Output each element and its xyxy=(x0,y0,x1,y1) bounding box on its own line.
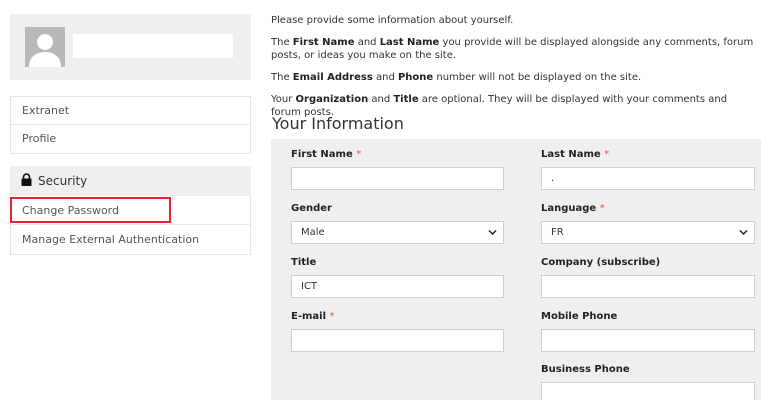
business-phone-label: Business Phone xyxy=(541,364,630,375)
intro-paragraph-2: The First Name and Last Name you provide… xyxy=(271,37,754,61)
chevron-down-icon xyxy=(488,229,497,236)
sidebar-item-extranet[interactable]: Extranet xyxy=(11,97,250,125)
lock-icon xyxy=(21,173,32,189)
business-phone-input[interactable] xyxy=(541,382,755,400)
language-select[interactable]: FR xyxy=(541,221,755,244)
mobile-phone-label: Mobile Phone xyxy=(541,311,618,322)
email-field: E-mail * xyxy=(291,310,504,352)
title-input[interactable] xyxy=(291,275,504,298)
intro-paragraph-1: Please provide some information about yo… xyxy=(271,15,514,26)
avatar xyxy=(25,27,65,67)
sidebar-item-profile[interactable]: Profile xyxy=(11,125,250,153)
gender-field: Gender Male xyxy=(291,202,504,244)
language-label: Language * xyxy=(541,203,605,214)
last-name-label: Last Name * xyxy=(541,149,610,160)
first-name-field: First Name * xyxy=(291,148,504,190)
language-value: FR xyxy=(551,227,564,238)
first-name-input[interactable] xyxy=(291,167,504,190)
gender-select[interactable]: Male xyxy=(291,221,504,244)
change-password-label: Change Password xyxy=(22,204,119,217)
sidebar-item-manage-external-auth[interactable]: Manage External Authentication xyxy=(11,225,250,254)
first-name-label: First Name * xyxy=(291,149,362,160)
security-section: Security Change Password Manage External… xyxy=(10,166,251,255)
gender-value: Male xyxy=(301,227,325,238)
email-label: E-mail * xyxy=(291,311,335,322)
section-title: Your Information xyxy=(272,114,404,133)
chevron-down-icon xyxy=(739,229,748,236)
sidebar-nav: Extranet Profile xyxy=(10,96,251,154)
business-phone-field: Business Phone xyxy=(541,363,755,400)
title-label: Title xyxy=(291,257,317,268)
company-field: Company (subscribe) xyxy=(541,256,755,298)
profile-card xyxy=(10,14,251,80)
security-header-label: Security xyxy=(38,174,88,188)
mobile-phone-input[interactable] xyxy=(541,329,755,352)
gender-label: Gender xyxy=(291,203,332,214)
last-name-input[interactable] xyxy=(541,167,755,190)
profile-name-box xyxy=(73,34,233,58)
information-form: First Name * Last Name * Gender Male Lan… xyxy=(271,139,761,400)
security-list: Change Password Manage External Authenti… xyxy=(10,196,251,255)
title-field: Title xyxy=(291,256,504,298)
intro-text: Please provide some information about yo… xyxy=(271,14,759,128)
last-name-field: Last Name * xyxy=(541,148,755,190)
sidebar-item-change-password[interactable]: Change Password xyxy=(10,196,250,225)
user-icon xyxy=(29,34,61,67)
email-input[interactable] xyxy=(291,329,504,352)
security-header: Security xyxy=(10,166,251,196)
mobile-phone-field: Mobile Phone xyxy=(541,310,755,352)
company-label: Company (subscribe) xyxy=(541,257,661,268)
language-field: Language * FR xyxy=(541,202,755,244)
company-input[interactable] xyxy=(541,275,755,298)
intro-paragraph-3: The Email Address and Phone number will … xyxy=(271,72,642,83)
